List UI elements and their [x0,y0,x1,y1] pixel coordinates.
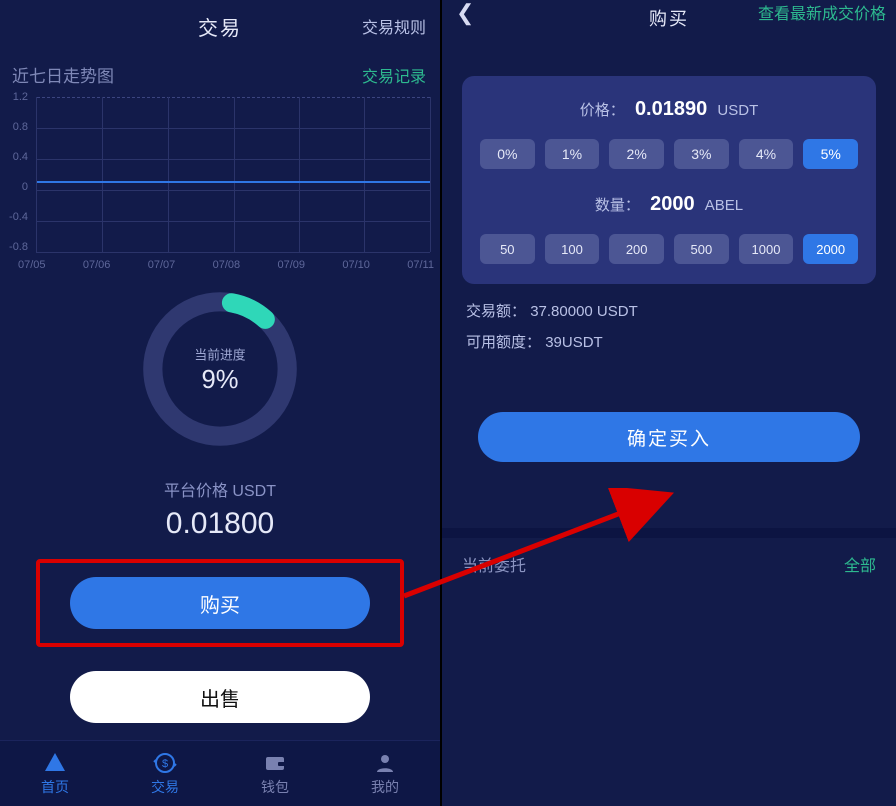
order-card: 价格： 0.01890 USDT 0% 1% 2% 3% 4% 5% 数量： 2… [462,76,876,284]
profile-icon [373,751,397,775]
progress-donut: 当前进度 9% [0,289,440,449]
price-value: 0.01890 [635,98,707,120]
chart-area: 1.2 0.8 0.4 0 -0.4 -0.8 07/05 07/06 07/0… [0,91,440,271]
page-title: 交易 [198,12,242,41]
subheader: 近七日走势图 交易记录 [0,52,440,91]
qty-chip-500[interactable]: 500 [674,234,729,264]
buy-button[interactable]: 购买 [70,577,370,629]
qty-chip-2000[interactable]: 2000 [803,234,858,264]
amount-value: 37.80000 USDT [530,303,638,320]
back-icon[interactable]: ❮ [456,0,474,26]
pct-chip-2[interactable]: 2% [609,139,664,169]
qty-chips: 50 100 200 500 1000 2000 [480,234,858,264]
latest-price-link[interactable]: 查看最新成交价格 [758,0,886,24]
qty-value: 2000 [650,193,695,215]
meta-info: 交易额： 37.80000 USDT 可用额度： 39USDT [442,300,896,362]
buy-highlight-box: 购买 [36,559,404,647]
qty-chip-50[interactable]: 50 [480,234,535,264]
percent-chips: 0% 1% 2% 3% 4% 5% [480,139,858,169]
trade-record-link[interactable]: 交易记录 [362,63,426,87]
home-icon [43,751,67,775]
avail-line: 可用额度： 39USDT [466,331,872,352]
chart-grid [36,97,430,253]
donut-icon: 当前进度 9% [140,289,300,449]
trade-icon: $ [153,751,177,775]
orders-header: 当前委托 全部 [442,538,896,590]
pct-chip-0[interactable]: 0% [480,139,535,169]
amount-line: 交易额： 37.80000 USDT [466,300,872,321]
orders-all-link[interactable]: 全部 [844,552,876,576]
donut-percent: 9% [202,366,239,394]
tab-home[interactable]: 首页 [0,741,110,806]
confirm-buy-button[interactable]: 确定买入 [478,412,860,462]
pct-chip-1[interactable]: 1% [545,139,600,169]
bottom-tabbar: 首页 $ 交易 钱包 我的 [0,740,440,806]
rules-link[interactable]: 交易规则 [362,14,426,38]
section-divider [442,528,896,538]
avail-value: 39USDT [545,334,603,351]
wallet-icon [263,751,287,775]
pct-chip-5[interactable]: 5% [803,139,858,169]
trend-label: 近七日走势图 [12,62,114,87]
donut-label: 当前进度 [194,347,245,362]
chart-line [37,181,430,183]
right-header: ❮ 购买 查看最新成交价格 [442,0,896,36]
tab-mine[interactable]: 我的 [330,741,440,806]
platform-price-label: 平台价格 USDT [0,477,440,501]
svg-text:$: $ [162,758,168,770]
platform-price-value: 0.01800 [0,507,440,541]
qty-chip-200[interactable]: 200 [609,234,664,264]
chart-x-axis: 07/05 07/06 07/07 07/08 07/09 07/10 07/1… [18,259,434,271]
tab-trade[interactable]: $ 交易 [110,741,220,806]
qty-row: 数量： 2000 ABEL [480,193,858,216]
pct-chip-3[interactable]: 3% [674,139,729,169]
page-title: 购买 [649,5,689,31]
left-header: 交易 交易规则 [0,0,440,52]
sell-button[interactable]: 出售 [70,671,370,723]
qty-chip-1000[interactable]: 1000 [739,234,794,264]
chart-y-axis: 1.2 0.8 0.4 0 -0.4 -0.8 [6,91,28,253]
pct-chip-4[interactable]: 4% [739,139,794,169]
orders-label: 当前委托 [462,552,526,576]
price-row: 价格： 0.01890 USDT [480,98,858,121]
qty-chip-100[interactable]: 100 [545,234,600,264]
tab-wallet[interactable]: 钱包 [220,741,330,806]
